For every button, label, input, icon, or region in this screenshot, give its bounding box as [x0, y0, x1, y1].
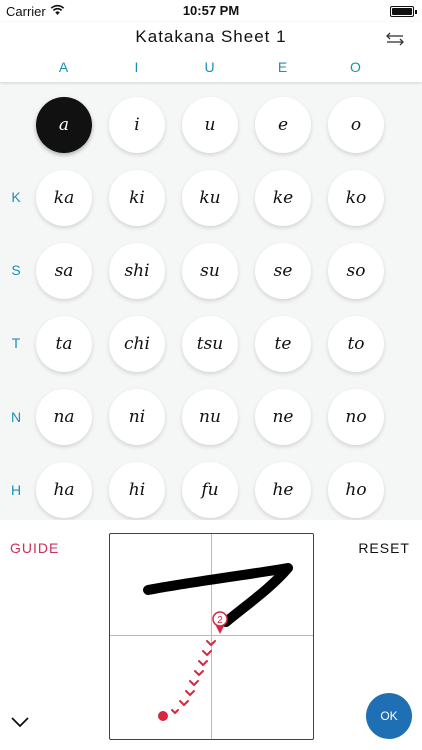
guide-button[interactable]: GUIDE	[10, 540, 59, 556]
kana-cell[interactable]: a	[36, 97, 92, 153]
vowel-label: O	[350, 59, 362, 75]
battery-icon	[390, 6, 417, 17]
kana-cell[interactable]: ne	[255, 389, 311, 445]
kana-cell[interactable]: ha	[36, 462, 92, 518]
kana-cell[interactable]: ki	[109, 170, 165, 226]
kana-cell[interactable]: te	[255, 316, 311, 372]
kana-cell[interactable]: ku	[182, 170, 238, 226]
status-bar: Carrier 10:57 PM	[0, 0, 422, 22]
row-label-t: T	[11, 335, 21, 351]
kana-cell[interactable]: so	[328, 243, 384, 299]
vowel-header: A I U E O	[0, 59, 422, 79]
kana-cell[interactable]: sa	[36, 243, 92, 299]
row-label-n: N	[10, 409, 22, 425]
kana-cell[interactable]: he	[255, 462, 311, 518]
kana-cell[interactable]: fu	[182, 462, 238, 518]
row-label-s: S	[11, 262, 21, 278]
kana-cell[interactable]: na	[36, 389, 92, 445]
drawing-canvas[interactable]: 2	[109, 533, 314, 740]
vowel-label: E	[277, 59, 289, 75]
kana-cell[interactable]: ka	[36, 170, 92, 226]
page-title: Katakana Sheet 1	[135, 27, 287, 46]
kana-cell[interactable]: no	[328, 389, 384, 445]
kana-cell[interactable]: u	[182, 97, 238, 153]
kana-cell[interactable]: hi	[109, 462, 165, 518]
vowel-label: U	[204, 59, 216, 75]
vowel-label: I	[134, 59, 140, 75]
kana-cell[interactable]: se	[255, 243, 311, 299]
stroke-drawing: 2	[110, 534, 313, 739]
kana-cell[interactable]: i	[109, 97, 165, 153]
kana-cell[interactable]: ke	[255, 170, 311, 226]
vowel-label: A	[58, 59, 70, 75]
kana-cell[interactable]: tsu	[182, 316, 238, 372]
kana-cell[interactable]: shi	[109, 243, 165, 299]
kana-cell[interactable]: ho	[328, 462, 384, 518]
clock: 10:57 PM	[182, 3, 240, 18]
ok-button[interactable]: OK	[366, 693, 412, 739]
row-label-h: H	[10, 482, 22, 498]
swap-icon[interactable]	[384, 30, 406, 48]
stroke-start-dot	[158, 711, 168, 721]
practice-panel: GUIDE RESET 2 OK	[0, 520, 422, 750]
chevron-down-icon[interactable]	[10, 716, 30, 728]
kana-cell[interactable]: chi	[109, 316, 165, 372]
reset-button[interactable]: RESET	[358, 540, 410, 556]
kana-cell[interactable]: ni	[109, 389, 165, 445]
kana-cell[interactable]: nu	[182, 389, 238, 445]
kana-cell[interactable]: e	[255, 97, 311, 153]
stroke-guide-arrows	[171, 640, 216, 715]
row-label-k: K	[11, 189, 21, 205]
kana-cell[interactable]: ko	[328, 170, 384, 226]
nav-bar: Katakana Sheet 1 A I U E O	[0, 22, 422, 82]
stroke-number: 2	[217, 615, 223, 626]
kana-cell[interactable]: o	[328, 97, 384, 153]
stroke-number-marker: 2	[212, 611, 228, 634]
kana-cell[interactable]: su	[182, 243, 238, 299]
kana-cell[interactable]: to	[328, 316, 384, 372]
kana-cell[interactable]: ta	[36, 316, 92, 372]
kana-grid: a i u e o K ka ki ku ke ko S sa shi su s…	[0, 82, 422, 520]
